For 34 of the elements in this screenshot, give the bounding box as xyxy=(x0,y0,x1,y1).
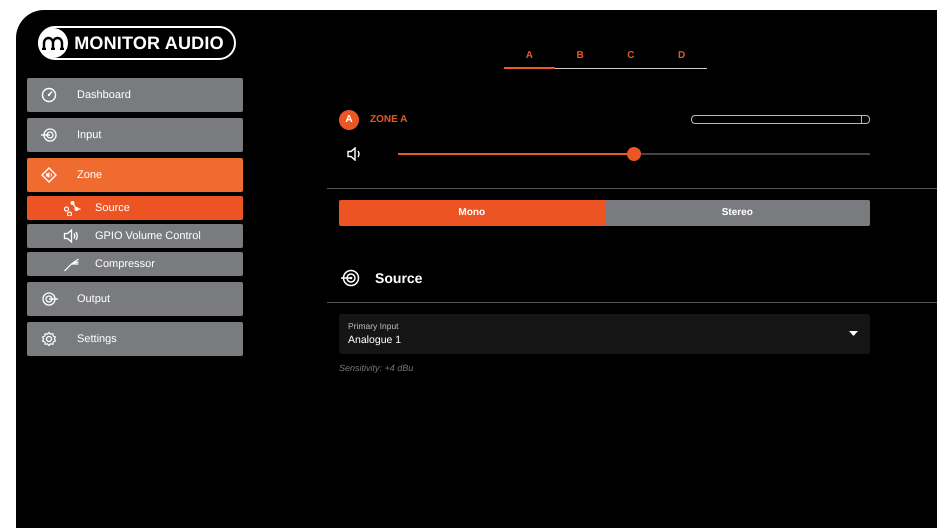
sidebar-subitem[interactable]: Source xyxy=(27,196,243,220)
sensitivity-note: Sensitivity: +4 dBu xyxy=(339,362,414,372)
input-icon xyxy=(341,268,360,286)
sidebar-subitem[interactable]: Compressor xyxy=(27,252,243,276)
sidebar-item[interactable]: Input xyxy=(27,118,243,152)
mode-toggle[interactable]: Mono xyxy=(339,200,604,226)
logo-icon xyxy=(42,36,64,50)
sidebar-item[interactable]: Output xyxy=(27,282,243,316)
primary-input-dropdown[interactable]: Primary Input Analogue 1 xyxy=(339,314,870,354)
zone-badge: A xyxy=(339,110,359,130)
zone-name: ZONE A xyxy=(370,114,408,125)
nodes-icon xyxy=(63,200,81,216)
settings-icon xyxy=(41,331,58,347)
speaker-diamond-icon xyxy=(41,167,58,183)
section-title: Source xyxy=(375,270,422,286)
mode-toggle[interactable]: Stereo xyxy=(604,200,870,226)
zone-tab[interactable]: C xyxy=(606,42,656,69)
zone-tab[interactable]: D xyxy=(656,42,707,69)
field-label: Primary Input xyxy=(348,321,400,331)
gauge-icon xyxy=(41,87,58,103)
sidebar-subitem[interactable]: GPIO Volume Control xyxy=(27,224,243,248)
output-icon xyxy=(41,291,58,307)
slider-thumb[interactable] xyxy=(627,146,641,160)
sidebar-item[interactable]: Zone xyxy=(27,158,243,192)
compressor-icon xyxy=(63,256,81,272)
field-value: Analogue 1 xyxy=(348,334,402,346)
sidebar-item[interactable]: Settings xyxy=(27,322,243,356)
sidebar-item[interactable]: Dashboard xyxy=(27,78,243,112)
zone-tab[interactable]: A xyxy=(504,42,555,69)
speaker-icon xyxy=(63,228,81,244)
logo-text: MONITOR AUDIO xyxy=(74,32,224,54)
zone-tab[interactable]: B xyxy=(554,42,606,69)
caret-icon xyxy=(849,331,858,336)
input-icon xyxy=(41,127,58,143)
